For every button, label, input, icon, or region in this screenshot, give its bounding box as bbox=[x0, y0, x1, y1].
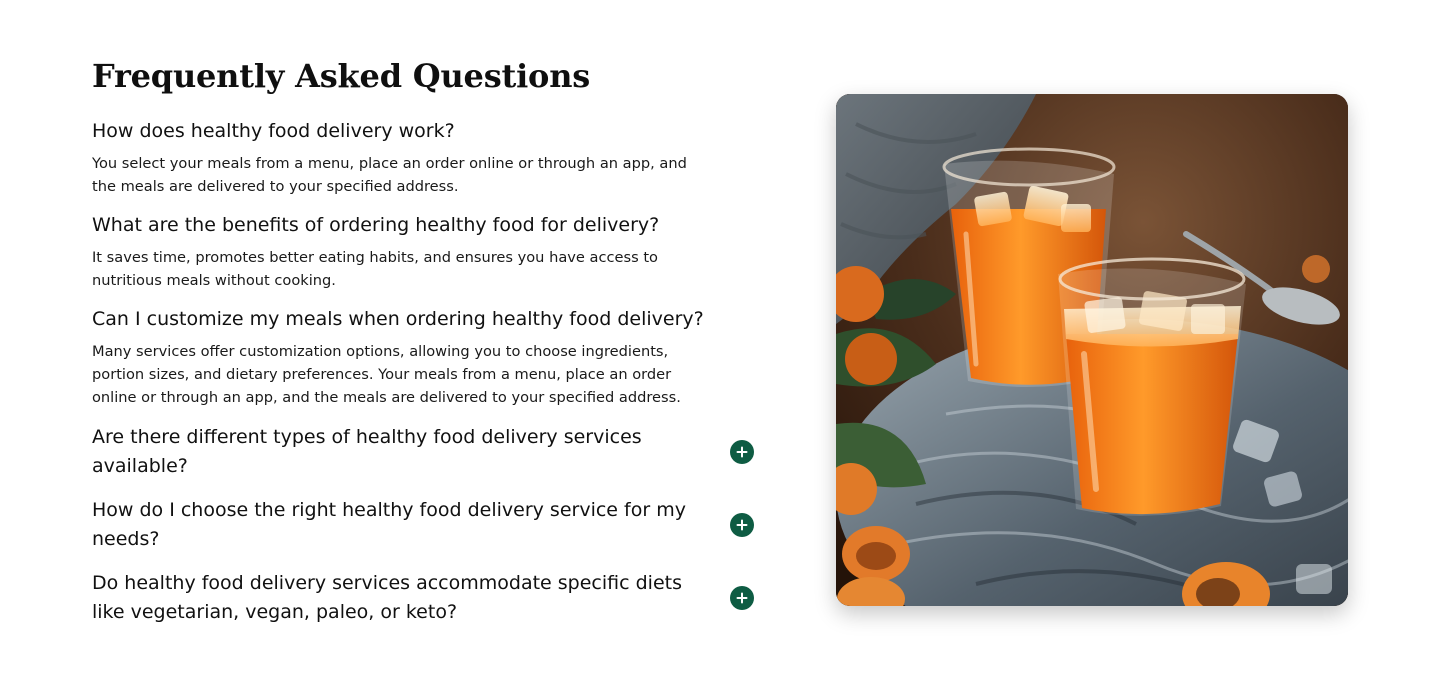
plus-icon bbox=[736, 519, 748, 531]
faq-question[interactable]: How does healthy food delivery work? bbox=[92, 118, 752, 144]
faq-question[interactable]: Do healthy food delivery services accomm… bbox=[92, 569, 692, 627]
faq-item[interactable]: What are the benefits of ordering health… bbox=[92, 212, 772, 292]
faq-question[interactable]: How do I choose the right healthy food d… bbox=[92, 496, 692, 554]
faq-item-collapsed[interactable]: How do I choose the right healthy food d… bbox=[92, 496, 754, 554]
expand-button[interactable] bbox=[730, 586, 754, 610]
faq-item-collapsed[interactable]: Are there different types of healthy foo… bbox=[92, 423, 754, 481]
faq-answer: You select your meals from a menu, place… bbox=[92, 155, 687, 195]
expand-button[interactable] bbox=[730, 440, 754, 464]
faq-section: Frequently Asked Questions How does heal… bbox=[92, 52, 772, 627]
faq-title: Frequently Asked Questions bbox=[92, 57, 591, 95]
expand-button[interactable] bbox=[730, 513, 754, 537]
faq-answer: Many services offer customization option… bbox=[92, 343, 681, 406]
plus-icon bbox=[736, 592, 748, 604]
faq-question[interactable]: What are the benefits of ordering health… bbox=[92, 212, 752, 238]
faq-list: How does healthy food delivery work? You… bbox=[92, 118, 772, 627]
apricot-drink-illustration bbox=[836, 94, 1348, 606]
food-photo bbox=[836, 94, 1348, 606]
faq-question[interactable]: Are there different types of healthy foo… bbox=[92, 423, 692, 481]
faq-answer: It saves time, promotes better eating ha… bbox=[92, 249, 658, 289]
plus-icon bbox=[736, 446, 748, 458]
faq-item[interactable]: Can I customize my meals when ordering h… bbox=[92, 306, 772, 409]
faq-item[interactable]: How does healthy food delivery work? You… bbox=[92, 118, 772, 198]
faq-item-collapsed[interactable]: Do healthy food delivery services accomm… bbox=[92, 569, 754, 627]
faq-question[interactable]: Can I customize my meals when ordering h… bbox=[92, 306, 752, 332]
